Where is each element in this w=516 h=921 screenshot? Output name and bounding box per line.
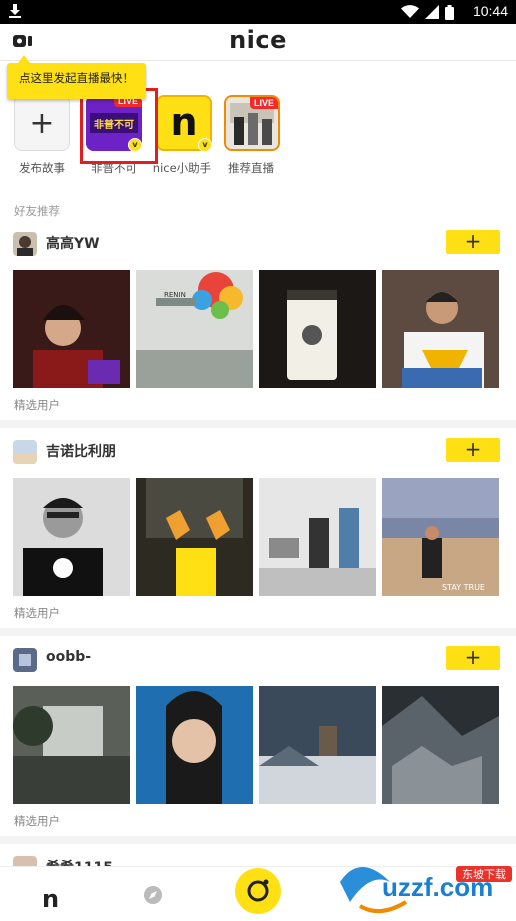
avatar — [13, 440, 37, 464]
photo-thumbnail[interactable] — [259, 686, 376, 804]
user-caption: 精选用户 — [14, 398, 60, 412]
watermark-sub: 东坡下载 — [462, 868, 506, 881]
story-label-live: 推荐直播 — [228, 161, 274, 175]
photo-thumbnail[interactable] — [382, 270, 499, 388]
photo-thumbnail[interactable] — [382, 686, 499, 804]
photo-strip — [13, 686, 502, 804]
app-logo: nice — [229, 26, 287, 54]
user-row[interactable]: oobb- + — [0, 646, 516, 674]
highlight-box — [80, 88, 158, 164]
photo-strip: RENIN — [13, 270, 502, 388]
download-icon — [9, 4, 21, 18]
section-divider — [0, 420, 516, 428]
stay-true-text: STAY TRUE — [442, 583, 485, 592]
follow-button[interactable]: + — [446, 646, 500, 670]
battery-icon — [445, 4, 454, 20]
status-bar: 10:44 — [0, 0, 516, 24]
store-sign: RENIN — [164, 291, 186, 299]
user-name[interactable]: oobb- — [46, 649, 91, 665]
compass-icon[interactable] — [143, 885, 163, 905]
user-caption: 精选用户 — [14, 814, 60, 828]
story-recommended-live[interactable]: LIVE — [224, 95, 280, 151]
plus-icon: + — [29, 105, 55, 141]
status-time: 10:44 — [472, 3, 508, 19]
photo-thumbnail[interactable] — [13, 686, 130, 804]
signal-icon — [425, 5, 439, 19]
live-tooltip[interactable]: 点这里发起直播最快！ — [7, 55, 146, 99]
photo-thumbnail[interactable] — [259, 270, 376, 388]
camera-icon — [247, 879, 269, 902]
avatar — [13, 232, 37, 256]
photo-thumbnail[interactable] — [13, 478, 130, 596]
follow-button[interactable]: + — [446, 438, 500, 462]
user-name[interactable]: 高高YW — [46, 233, 100, 253]
live-badge: LIVE — [249, 97, 278, 109]
section-title: 好友推荐 — [14, 204, 60, 218]
verified-badge: v — [198, 138, 212, 152]
photo-thumbnail[interactable] — [13, 270, 130, 388]
section-divider — [0, 836, 516, 844]
header-divider — [0, 60, 516, 61]
photo-thumbnail[interactable] — [259, 478, 376, 596]
camera-button[interactable] — [235, 868, 281, 914]
follow-button[interactable]: + — [446, 230, 500, 254]
user-caption: 精选用户 — [14, 606, 60, 620]
photo-strip: STAY TRUE — [13, 478, 502, 596]
wifi-icon — [401, 5, 419, 18]
section-divider — [0, 628, 516, 636]
user-row[interactable]: 高高YW + — [0, 230, 516, 258]
photo-thumbnail[interactable] — [136, 478, 253, 596]
story-label-publish: 发布故事 — [19, 161, 65, 175]
user-name[interactable]: 吉诺比利朋 — [46, 441, 116, 461]
home-tab-icon[interactable]: n — [42, 885, 59, 913]
photo-thumbnail[interactable]: RENIN — [136, 270, 253, 388]
user-row[interactable]: 吉诺比利朋 + — [0, 438, 516, 466]
photo-thumbnail[interactable] — [136, 686, 253, 804]
site-watermark: uzzf.com 东坡下载 — [340, 866, 512, 914]
avatar — [13, 648, 37, 672]
photo-thumbnail[interactable]: STAY TRUE — [382, 478, 499, 596]
app-header: nice — [0, 24, 516, 60]
publish-story-button[interactable]: + — [14, 95, 70, 151]
